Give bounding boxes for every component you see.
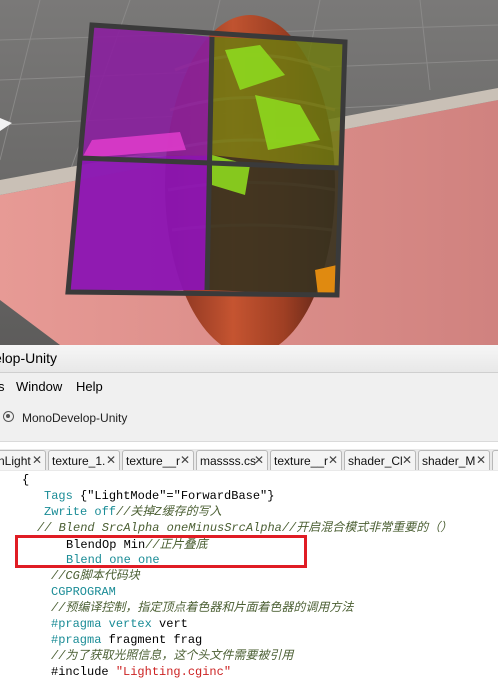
solution-icon (3, 411, 14, 422)
tab-nlight[interactable]: nLight ✕ (0, 450, 46, 470)
tab-massss[interactable]: massss.cs ✕ (196, 450, 268, 470)
code-text: #include (51, 665, 116, 679)
code-comment-line: //为了获取光照信息，这个头文件需要被引用 (51, 649, 294, 663)
scene-render (0, 0, 498, 345)
document-tabbar: nLight ✕ texture_1. ✕ texture__r ✕ masss… (0, 449, 498, 472)
close-icon[interactable]: ✕ (254, 453, 264, 467)
menu-item-window[interactable]: Window (16, 379, 62, 394)
code-comment-line: //预编译控制，指定顶点着色器和片面着色器的调用方法 (51, 601, 354, 615)
menu-bar: s Window Help (0, 373, 498, 397)
code-comment: //关掉Z缓存的写入 (116, 505, 222, 519)
code-line: Tags {"LightMode"="ForwardBase"} (44, 488, 274, 504)
tab-label: shader_Cl (348, 454, 403, 468)
close-icon[interactable]: ✕ (476, 453, 486, 467)
code-line: #include "Lighting.cginc" (51, 664, 231, 680)
tab-texture-1[interactable]: texture_1. ✕ (48, 450, 120, 470)
menu-item-partial[interactable]: s (0, 379, 5, 394)
code-line: #pragma vertex vert (51, 616, 188, 632)
tab-label: texture_1. (52, 454, 106, 468)
tab-label: massss.cs (200, 454, 257, 468)
close-icon[interactable]: ✕ (32, 453, 42, 467)
code-directive: #pragma (51, 633, 102, 647)
window-titlebar[interactable]: elop-Unity (0, 345, 498, 373)
code-text: fragment frag (101, 633, 203, 647)
code-line: { (22, 473, 30, 487)
tab-shader-m[interactable]: shader_M ✕ (418, 450, 490, 470)
code-text: {"LightMode"="ForwardBase"} (72, 489, 275, 503)
highlight-box (15, 535, 307, 568)
tab-shader-cl[interactable]: shader_Cl ✕ (344, 450, 416, 470)
toolbar: MonoDevelop-Unity (0, 397, 498, 442)
code-comment-line: //CG脚本代码块 (51, 569, 140, 583)
close-icon[interactable]: ✕ (402, 453, 412, 467)
scene-view[interactable] (0, 0, 498, 345)
code-keyword: Tags (44, 489, 73, 503)
tab-label: shader_M (422, 454, 476, 468)
tab-label: texture__r (126, 454, 181, 468)
code-text: vert (151, 617, 188, 631)
code-keyword: vertex (101, 617, 152, 631)
tab-label: texture__r (274, 454, 329, 468)
tab-texture-r2[interactable]: texture__r ✕ (270, 450, 342, 470)
tab-texture-r[interactable]: texture__r ✕ (122, 450, 194, 470)
code-comment-line: // Blend SrcAlpha oneMinusSrcAlpha//开启混合… (37, 521, 453, 535)
code-line: #pragma fragment frag (51, 632, 202, 648)
code-directive: #pragma (51, 617, 102, 631)
close-icon[interactable]: ✕ (106, 453, 116, 467)
tab-overflow[interactable] (492, 450, 498, 470)
menu-item-help[interactable]: Help (76, 379, 103, 394)
code-line: Zwrite off//关掉Z缓存的写入 (44, 504, 222, 520)
tab-label: nLight (0, 454, 31, 468)
code-string: "Lighting.cginc" (115, 665, 232, 679)
close-icon[interactable]: ✕ (328, 453, 338, 467)
window-title: elop-Unity (0, 350, 58, 366)
solution-label[interactable]: MonoDevelop-Unity (22, 411, 127, 425)
code-editor[interactable]: { Tags {"LightMode"="ForwardBase"} Zwrit… (0, 471, 498, 682)
code-keyword-line: CGPROGRAM (51, 585, 116, 599)
code-keyword: Zwrite off (44, 505, 117, 519)
close-icon[interactable]: ✕ (180, 453, 190, 467)
